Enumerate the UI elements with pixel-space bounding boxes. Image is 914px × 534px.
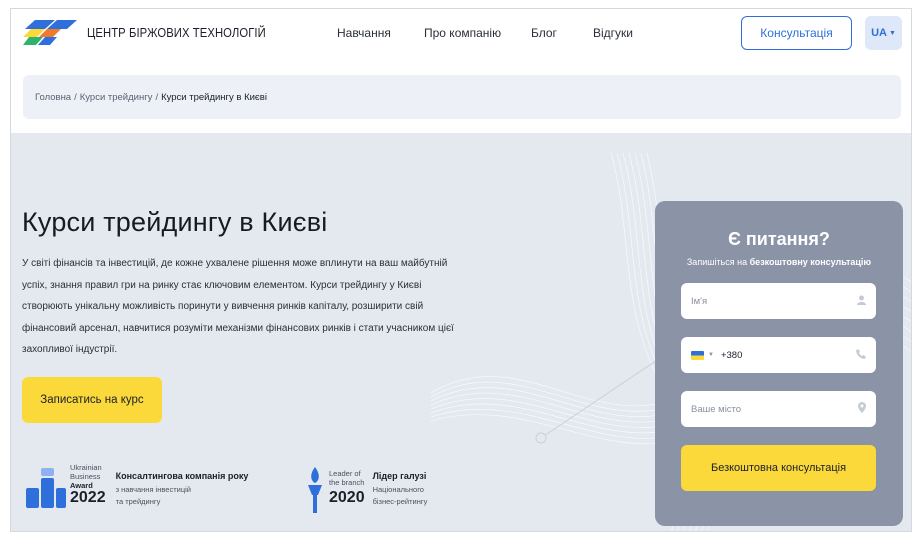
award-year: 2020 [329, 489, 365, 506]
nav-item-reviews[interactable]: Відгуки [593, 26, 633, 40]
name-input[interactable]: Ім'я [681, 283, 876, 319]
torch-icon [308, 467, 322, 513]
award-subtitle: з навчання інвестицій [115, 485, 191, 494]
award-title: Консалтингова компанія року [115, 471, 249, 481]
nav-item-learning[interactable]: Навчання [337, 26, 391, 40]
intro-line: успіх, знання правил гри на ринку стає к… [22, 279, 422, 291]
intro-line: фінансовий арсенал, навчитися розуміти м… [22, 322, 454, 334]
award-badge-line: the branch [329, 478, 365, 487]
page-frame: ЦЕНТР БІРЖОВИХ ТЕХНОЛОГІЙ Навчання Про к… [10, 8, 912, 532]
logo[interactable]: ЦЕНТР БІРЖОВИХ ТЕХНОЛОГІЙ [23, 19, 286, 47]
breadcrumb-section: Головна / Курси трейдингу / Курси трейди… [11, 59, 911, 133]
award-badge-line: Ukrainian [70, 463, 102, 472]
user-icon [857, 295, 866, 308]
award-subtitle: бізнес-рейтингу [372, 497, 428, 506]
intro-line: створюють унікальну можливість поринути … [22, 301, 424, 312]
breadcrumb-home[interactable]: Головна [35, 92, 71, 103]
award-subtitle: Національного [372, 485, 424, 494]
award-badge-line: Business [70, 472, 101, 481]
award-leader-of-branch: Leader of the branch 2020 Лідер галузі Н… [305, 463, 427, 515]
form-subtitle-prefix: Запишіться на [686, 257, 748, 267]
free-consultation-button[interactable]: Безкоштовна консультація [681, 445, 876, 491]
chevron-down-icon: ▼ [888, 29, 896, 37]
intro-line: захопливої індустрії. [22, 344, 118, 355]
phone-input[interactable]: ▼ +380 [681, 337, 876, 373]
award-subtitle: та трейдингу [115, 497, 161, 506]
consultation-form-card: Є питання? Запишіться на безкоштовну кон… [655, 201, 903, 526]
breadcrumb-separator: / [155, 91, 159, 103]
logo-text: ЦЕНТР БІРЖОВИХ ТЕХНОЛОГІЙ [87, 26, 266, 40]
phone-icon [856, 348, 866, 362]
site-header: ЦЕНТР БІРЖОВИХ ТЕХНОЛОГІЙ Навчання Про к… [11, 9, 911, 59]
language-label: UA [871, 27, 887, 39]
award-title: Лідер галузі [372, 471, 427, 481]
language-selector[interactable]: UA ▼ [865, 16, 902, 50]
name-placeholder: Ім'я [691, 295, 708, 307]
award-badge-line: Leader of [329, 469, 361, 478]
enroll-course-button[interactable]: Записатись на курс [22, 377, 162, 423]
nav-item-about[interactable]: Про компанію [424, 26, 501, 40]
location-pin-icon [858, 402, 866, 416]
logo-mark-icon [23, 20, 77, 45]
award-year: 2022 [70, 489, 106, 506]
breadcrumb: Головна / Курси трейдингу / Курси трейди… [23, 75, 901, 119]
consultation-button[interactable]: Консультація [741, 16, 852, 50]
award-ukrainian-business: Ukrainian Business Award 2022 Консалтинг… [24, 463, 248, 510]
award-blocks-icon [26, 468, 66, 508]
breadcrumb-parent[interactable]: Курси трейдингу [80, 92, 153, 103]
city-placeholder: Ваше місто [691, 403, 742, 415]
breadcrumb-separator: / [74, 91, 77, 103]
page-title: Курси трейдингу в Києві [22, 207, 328, 237]
form-title: Є питання? [728, 229, 830, 249]
chevron-down-icon[interactable]: ▼ [708, 352, 714, 358]
nav-item-blog[interactable]: Блог [531, 26, 557, 40]
form-subtitle-bold: безкоштовну консультацію [749, 257, 872, 267]
phone-prefix-group: ▼ +380 [691, 350, 742, 361]
intro-text: У світі фінансів та інвестицій, де кожне… [22, 253, 462, 361]
intro-line: У світі фінансів та інвестицій, де кожне… [22, 258, 448, 269]
phone-value: +380 [720, 349, 743, 361]
city-input[interactable]: Ваше місто [681, 391, 876, 427]
breadcrumb-current: Курси трейдингу в Києві [161, 91, 267, 103]
form-subtitle: Запишіться на безкоштовну консультацію [655, 257, 903, 267]
ukraine-flag-icon[interactable] [691, 350, 704, 360]
